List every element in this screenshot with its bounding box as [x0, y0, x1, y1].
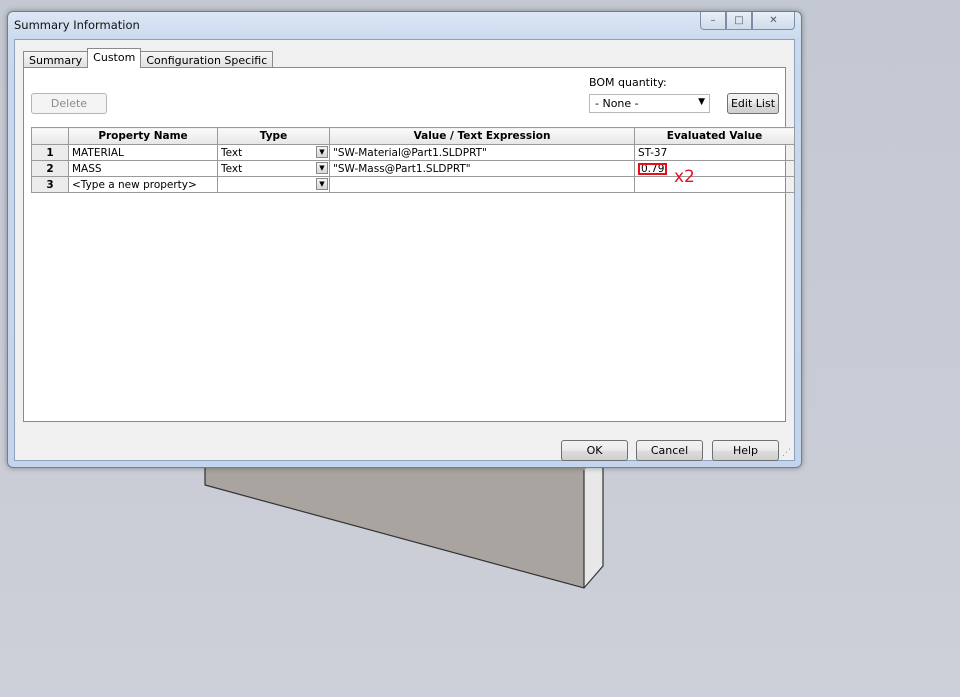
- column-header-type[interactable]: Type: [217, 127, 330, 145]
- row-number[interactable]: 3: [31, 176, 69, 193]
- value-expression-cell[interactable]: "SW-Material@Part1.SLDPRT": [329, 144, 635, 161]
- evaluated-value-cell: ST-37: [634, 144, 795, 161]
- value-expression-cell[interactable]: [329, 176, 635, 193]
- tab-summary[interactable]: Summary: [23, 51, 89, 68]
- annotation-x2: x2: [674, 167, 695, 187]
- ok-button[interactable]: OK: [561, 440, 628, 461]
- dropdown-arrow-icon[interactable]: ▼: [316, 162, 328, 174]
- column-header-evaluated-value[interactable]: Evaluated Value: [634, 127, 795, 145]
- dropdown-arrow-icon[interactable]: ▼: [316, 178, 328, 190]
- edit-list-button[interactable]: Edit List: [727, 93, 779, 114]
- help-button[interactable]: Help: [712, 440, 779, 461]
- minimize-icon[interactable]: –: [700, 12, 726, 30]
- property-name-cell[interactable]: <Type a new property>: [68, 176, 218, 193]
- highlighted-mass-value: 0.79: [638, 162, 668, 175]
- evaluated-value-cell: [634, 176, 795, 193]
- column-header-property-name[interactable]: Property Name: [68, 127, 218, 145]
- custom-properties-panel: Delete BOM quantity: - None - ▼ Edit Lis…: [23, 67, 795, 422]
- row-number[interactable]: 2: [31, 160, 69, 177]
- tab-strip: Summary Custom Configuration Specific: [23, 48, 274, 68]
- tab-custom[interactable]: Custom: [87, 48, 142, 68]
- evaluated-value-cell: 0.79: [634, 160, 795, 177]
- column-header-value-expression[interactable]: Value / Text Expression: [329, 127, 635, 145]
- property-name-cell[interactable]: MATERIAL: [68, 144, 218, 161]
- value-expression-cell[interactable]: "SW-Mass@Part1.SLDPRT": [329, 160, 635, 177]
- close-icon[interactable]: ✕: [752, 12, 795, 30]
- type-cell[interactable]: Text ▼: [217, 144, 330, 161]
- bom-quantity-value: - None -: [595, 97, 639, 110]
- dropdown-arrow-icon[interactable]: ▼: [316, 146, 328, 158]
- resize-grip-icon[interactable]: ⋰: [782, 448, 792, 458]
- delete-button[interactable]: Delete: [31, 93, 107, 114]
- dialog-client: Summary Custom Configuration Specific De…: [14, 39, 795, 461]
- table-header-row: Property Name Type Value / Text Expressi…: [31, 127, 795, 145]
- chevron-down-icon: ▼: [698, 97, 705, 107]
- cancel-button[interactable]: Cancel: [636, 440, 703, 461]
- bom-quantity-label: BOM quantity:: [589, 76, 667, 89]
- type-cell[interactable]: Text ▼: [217, 160, 330, 177]
- summary-information-dialog: Summary Information – □ ✕ Summary Custom…: [7, 11, 802, 468]
- type-value: Text: [221, 162, 243, 175]
- table-row: 1 MATERIAL Text ▼ "SW-Material@Part1.SLD…: [31, 144, 795, 161]
- type-value: Text: [221, 146, 243, 159]
- type-cell[interactable]: ▼: [217, 176, 330, 193]
- tab-configuration-specific[interactable]: Configuration Specific: [140, 51, 274, 68]
- row-number[interactable]: 1: [31, 144, 69, 161]
- property-name-cell[interactable]: MASS: [68, 160, 218, 177]
- maximize-icon[interactable]: □: [726, 12, 752, 30]
- bom-quantity-select[interactable]: - None - ▼: [589, 94, 710, 113]
- column-header-row-number[interactable]: [31, 127, 69, 145]
- title-bar[interactable]: Summary Information – □ ✕: [8, 12, 801, 39]
- window-title: Summary Information: [14, 18, 140, 32]
